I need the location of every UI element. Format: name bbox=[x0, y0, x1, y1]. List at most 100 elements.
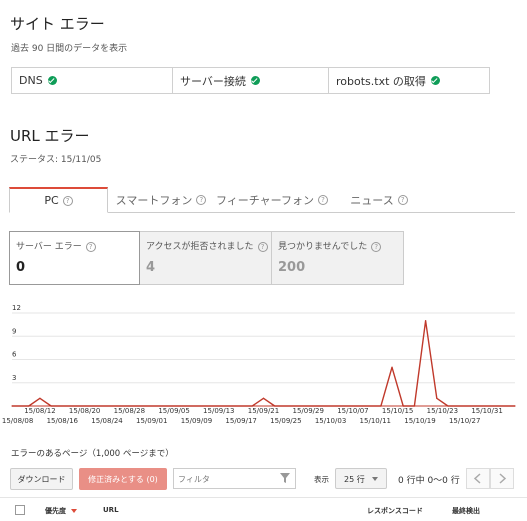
card-label: アクセスが拒否されました? bbox=[146, 239, 268, 252]
card-value: 0 bbox=[16, 260, 26, 275]
data-point bbox=[424, 320, 427, 322]
divider bbox=[0, 497, 527, 498]
site-errors-title: サイト エラー bbox=[10, 15, 105, 33]
tab-label: ニュース bbox=[350, 193, 394, 207]
x-tick-label: 15/09/13 bbox=[203, 407, 234, 415]
column-last-detected[interactable]: 最終検出 bbox=[452, 506, 480, 516]
x-tick-label: 15/10/23 bbox=[427, 407, 458, 415]
mark-fixed-button[interactable]: 修正済みとする (0) bbox=[79, 468, 167, 490]
tab-news[interactable]: ニュース? bbox=[339, 187, 419, 212]
card-not-found[interactable]: 見つかりませんでした? 200 bbox=[271, 231, 404, 285]
rows-select[interactable]: 25 行 bbox=[335, 468, 387, 489]
x-tick-label: 15/09/01 bbox=[136, 417, 167, 425]
check-icon bbox=[250, 76, 260, 85]
card-value: 4 bbox=[146, 260, 156, 275]
download-button[interactable]: ダウンロード bbox=[10, 468, 73, 490]
column-priority[interactable]: 優先度 bbox=[45, 506, 78, 516]
card-label: 見つかりませんでした? bbox=[278, 239, 382, 252]
data-point bbox=[11, 405, 13, 407]
pages-section-title: エラーのあるページ（1,000 ページまで） bbox=[11, 449, 174, 459]
check-icon bbox=[430, 76, 440, 85]
error-chart: 12 9 6 3 15/08/12 15/08/20 15/08/28 15/09/05 15/… bbox=[2, 304, 516, 425]
tab-label: フィーチャーフォン bbox=[215, 193, 314, 207]
show-label: 表示 bbox=[314, 475, 329, 484]
help-icon[interactable]: ? bbox=[85, 241, 96, 252]
tab-label: スマートフォン bbox=[115, 193, 193, 207]
filter-icon[interactable] bbox=[280, 473, 290, 483]
help-icon[interactable]: ? bbox=[196, 194, 207, 205]
x-tick-label: 15/09/21 bbox=[248, 407, 279, 415]
x-tick-label: 15/10/07 bbox=[337, 407, 368, 415]
x-tick-label: 15/10/27 bbox=[449, 417, 480, 425]
x-tick-label: 15/09/09 bbox=[181, 417, 212, 425]
site-errors-summary: DNS サーバー接続 robots.txt の取得 bbox=[11, 67, 490, 94]
rows-select-value: 25 行 bbox=[344, 475, 365, 484]
data-point bbox=[413, 405, 415, 407]
card-label-text: 見つかりませんでした bbox=[278, 242, 368, 252]
data-point bbox=[514, 405, 516, 407]
url-errors-title: URL エラー bbox=[10, 127, 90, 145]
x-tick-label: 15/10/11 bbox=[360, 417, 391, 425]
y-tick-label: 12 bbox=[12, 304, 21, 312]
x-tick-label: 15/08/24 bbox=[91, 417, 123, 425]
tab-smartphone[interactable]: スマートフォン? bbox=[111, 187, 211, 212]
url-errors-status: ステータス: 15/11/05 bbox=[10, 155, 102, 165]
card-label-text: アクセスが拒否されました bbox=[146, 242, 254, 252]
site-error-label: robots.txt の取得 bbox=[336, 74, 426, 88]
series-line bbox=[12, 320, 515, 407]
x-tick-label: 15/08/16 bbox=[47, 417, 79, 425]
chevron-right-icon bbox=[499, 473, 507, 484]
column-label: 優先度 bbox=[45, 507, 66, 515]
column-url[interactable]: URL bbox=[103, 506, 119, 514]
data-point bbox=[251, 405, 253, 407]
x-tick-label: 15/09/05 bbox=[158, 407, 189, 415]
chevron-left-icon bbox=[473, 473, 481, 484]
site-error-dns[interactable]: DNS bbox=[12, 68, 173, 93]
data-point bbox=[28, 405, 30, 407]
data-point bbox=[50, 405, 52, 407]
check-icon bbox=[47, 76, 57, 85]
data-point bbox=[262, 397, 265, 399]
data-point bbox=[402, 405, 404, 407]
card-server-error[interactable]: サーバー エラー? 0 bbox=[9, 231, 140, 285]
prev-page-button[interactable] bbox=[466, 468, 490, 489]
x-tick-label: 15/09/17 bbox=[225, 417, 256, 425]
help-icon[interactable]: ? bbox=[318, 194, 328, 205]
site-errors-subtitle: 過去 90 日間のデータを表示 bbox=[11, 44, 128, 54]
column-response-code[interactable]: レスポンスコード bbox=[367, 506, 423, 516]
x-tick-label: 15/10/19 bbox=[404, 417, 435, 425]
help-icon[interactable]: ? bbox=[397, 194, 408, 205]
data-point bbox=[380, 405, 382, 407]
select-all-checkbox[interactable] bbox=[15, 505, 25, 515]
card-label: サーバー エラー? bbox=[16, 239, 96, 252]
next-page-button[interactable] bbox=[490, 468, 514, 489]
data-point bbox=[447, 405, 449, 407]
y-tick-label: 9 bbox=[12, 327, 16, 335]
device-tabs: PC? スマートフォン? フィーチャーフォン? ニュース? bbox=[9, 187, 515, 213]
x-tick-label: 15/10/31 bbox=[471, 407, 502, 415]
card-access-denied[interactable]: アクセスが拒否されました? 4 bbox=[139, 231, 272, 285]
pagination-range: 0 行中 0〜0 行 bbox=[398, 476, 460, 486]
x-tick-label: 15/08/12 bbox=[24, 407, 55, 415]
data-point bbox=[274, 405, 276, 407]
site-error-server[interactable]: サーバー接続 bbox=[173, 68, 329, 93]
filter-input[interactable]: フィルタ bbox=[178, 474, 210, 485]
tab-featurephone[interactable]: フィーチャーフォン? bbox=[214, 187, 330, 212]
tab-pc[interactable]: PC? bbox=[9, 187, 108, 213]
y-tick-label: 3 bbox=[12, 374, 16, 382]
help-icon[interactable]: ? bbox=[257, 241, 268, 252]
filter-box[interactable]: フィルタ bbox=[173, 468, 296, 489]
x-tick-label: 15/08/08 bbox=[2, 417, 33, 425]
card-value: 200 bbox=[278, 260, 306, 275]
help-icon[interactable]: ? bbox=[371, 241, 382, 252]
data-point bbox=[436, 397, 438, 399]
x-tick-label: 15/08/28 bbox=[114, 407, 145, 415]
sort-down-icon bbox=[71, 509, 78, 513]
x-tick-label: 15/10/15 bbox=[382, 407, 413, 415]
site-error-robots[interactable]: robots.txt の取得 bbox=[329, 68, 489, 93]
x-tick-label: 15/09/25 bbox=[270, 417, 301, 425]
site-error-label: DNS bbox=[19, 74, 43, 87]
x-tick-label: 15/08/20 bbox=[69, 407, 100, 415]
y-tick-label: 6 bbox=[12, 351, 17, 359]
help-icon[interactable]: ? bbox=[62, 195, 73, 206]
